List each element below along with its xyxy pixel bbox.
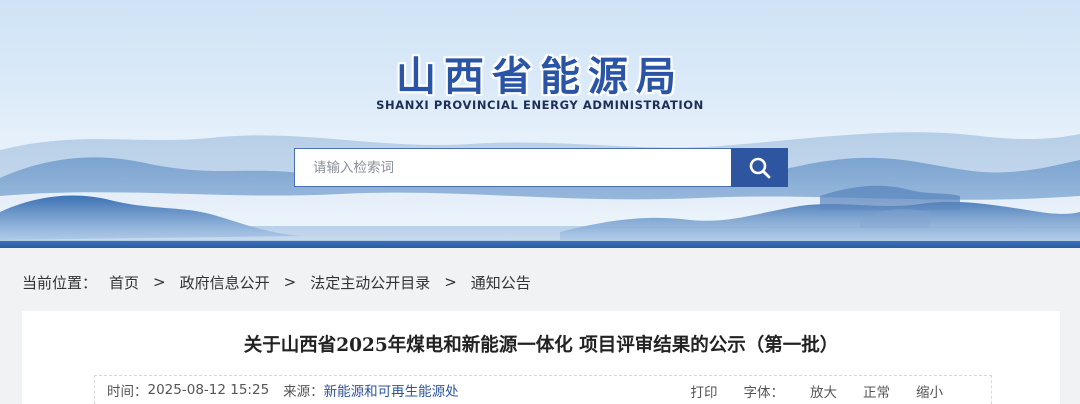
breadcrumb-gov-info[interactable]: 政府信息公开 bbox=[180, 272, 270, 293]
breadcrumb-lead: 当前位置： bbox=[22, 273, 98, 292]
article-title: 关于山西省2025年煤电和新能源一体化 项目评审结果的公示（第一批） bbox=[243, 335, 839, 356]
search-icon bbox=[749, 157, 770, 178]
mountain-landscape-illustration bbox=[0, 132, 1080, 248]
font-enlarge-button[interactable]: 放大 bbox=[810, 381, 837, 401]
meta-time-value: 2025-08-12 15:25 bbox=[147, 382, 270, 398]
site-logo-title: 山西省能源局 bbox=[396, 54, 684, 100]
font-size-label: 字体： bbox=[743, 384, 785, 401]
font-shrink-button[interactable]: 缩小 bbox=[916, 381, 943, 401]
breadcrumb: 当前位置： 首页 > 政府信息公开 > 法定主动公开目录 > 通知公告 bbox=[22, 271, 531, 293]
article-meta-bar: 时间： 2025-08-12 15:25 来源： 新能源和可再生能源处 打印 字… bbox=[94, 375, 992, 404]
meta-source-value: 新能源和可再生能源处 bbox=[323, 384, 459, 400]
banner-divider bbox=[0, 241, 1080, 248]
meta-time-label: 时间： bbox=[107, 384, 148, 400]
search-field[interactable] bbox=[294, 148, 732, 187]
meta-source-label: 来源： bbox=[283, 384, 324, 400]
breadcrumb-separator: > bbox=[444, 273, 457, 291]
breadcrumb-notices[interactable]: 通知公告 bbox=[471, 272, 531, 293]
font-normal-button[interactable]: 正常 bbox=[863, 381, 890, 401]
header-banner: 山西省能源局 SHANXI PROVINCIAL ENERGY ADMINIST… bbox=[0, 0, 1080, 248]
breadcrumb-separator: > bbox=[283, 273, 297, 291]
breadcrumb-home[interactable]: 首页 bbox=[109, 272, 139, 293]
search-button[interactable] bbox=[731, 148, 788, 187]
site-logo-subtitle: SHANXI PROVINCIAL ENERGY ADMINISTRATION bbox=[376, 98, 704, 112]
print-button[interactable]: 打印 bbox=[691, 381, 718, 401]
article-tools: 打印 字体： 放大 正常 缩小 bbox=[665, 376, 944, 404]
article-card: 关于山西省2025年煤电和新能源一体化 项目评审结果的公示（第一批） 时间： 2… bbox=[22, 311, 1060, 404]
breadcrumb-disclosure-catalog[interactable]: 法定主动公开目录 bbox=[310, 272, 430, 293]
search-input[interactable] bbox=[313, 149, 732, 186]
breadcrumb-separator: > bbox=[153, 273, 166, 291]
